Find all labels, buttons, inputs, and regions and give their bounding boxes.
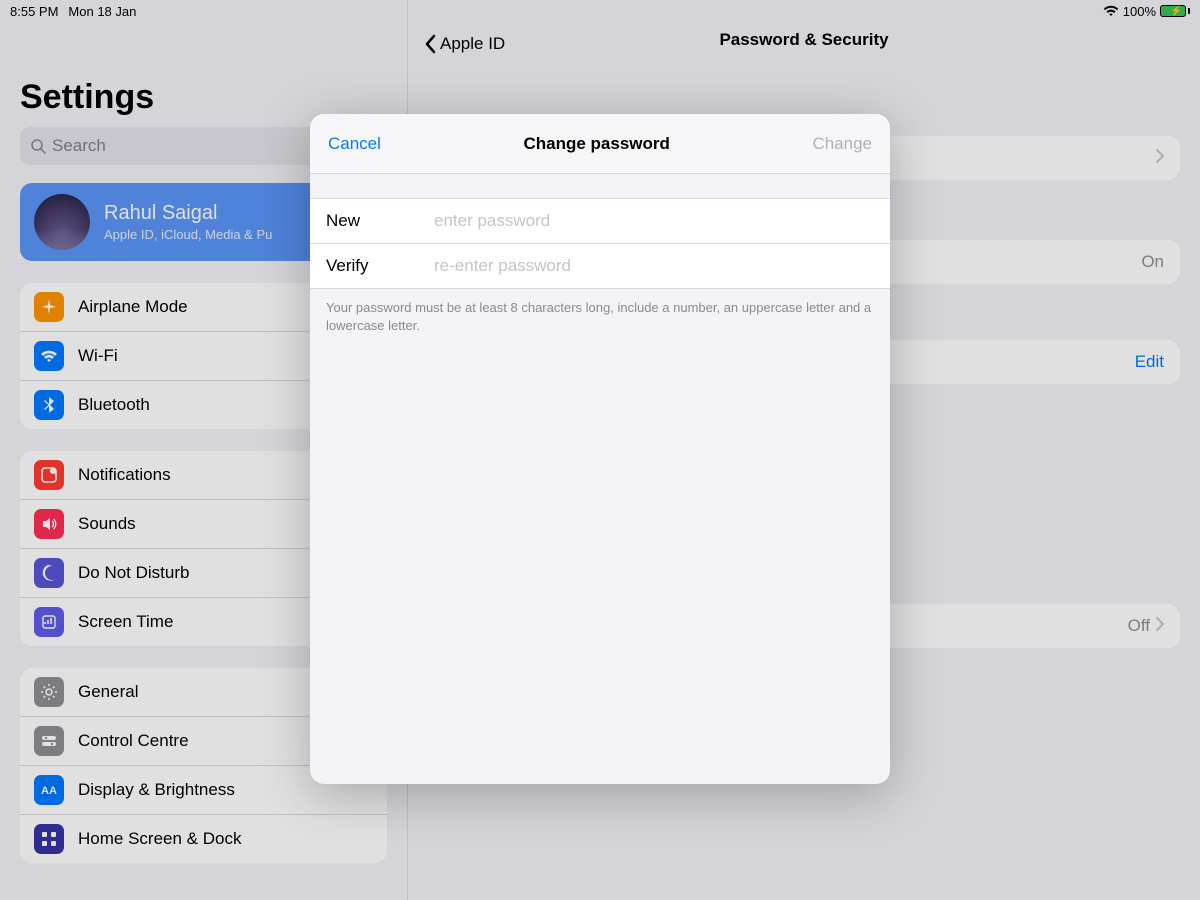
verify-password-row[interactable]: Verify re-enter password [310, 244, 890, 288]
modal-header: Cancel Change password Change [310, 114, 890, 174]
new-password-label: New [326, 211, 434, 231]
new-password-row[interactable]: New enter password [310, 199, 890, 244]
change-password-modal: Cancel Change password Change New enter … [310, 114, 890, 784]
verify-password-label: Verify [326, 256, 434, 276]
password-requirements: Your password must be at least 8 charact… [310, 289, 890, 344]
modal-title: Change password [523, 134, 669, 154]
new-password-input[interactable]: enter password [434, 211, 874, 231]
verify-password-input[interactable]: re-enter password [434, 256, 874, 276]
cancel-button[interactable]: Cancel [328, 134, 381, 154]
change-button[interactable]: Change [812, 134, 872, 154]
